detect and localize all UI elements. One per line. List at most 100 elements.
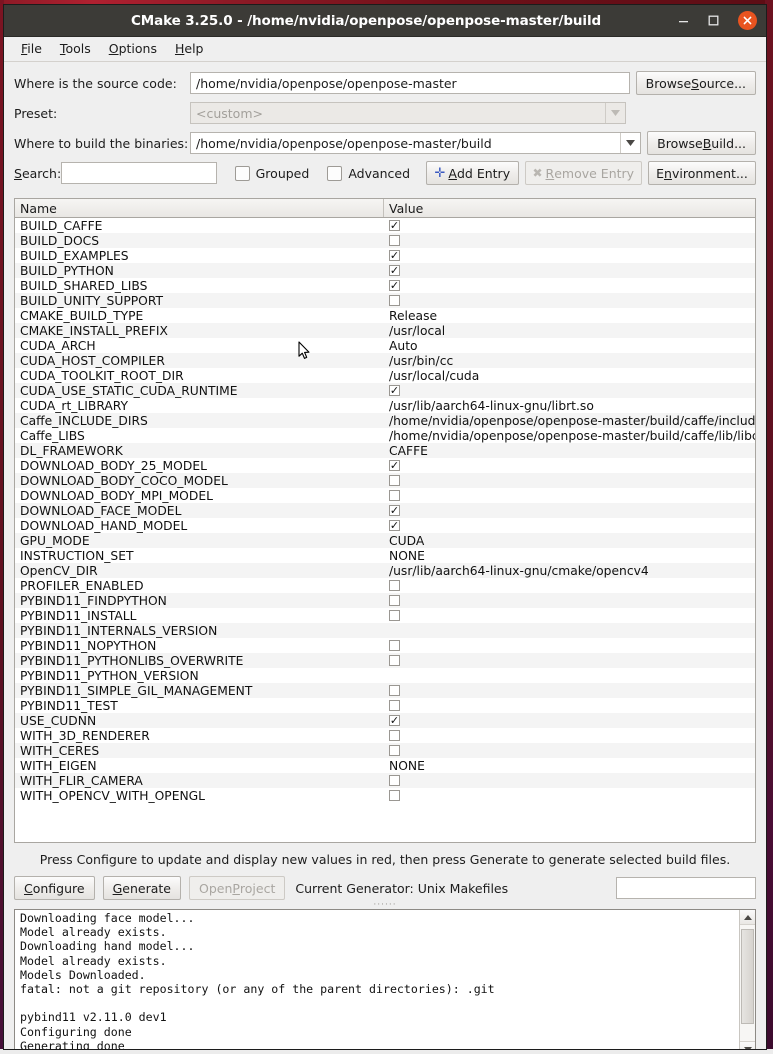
- cache-entry-value[interactable]: /home/nvidia/openpose/openpose-master/bu…: [384, 429, 755, 443]
- maximize-icon[interactable]: [698, 5, 728, 36]
- splitter-handle[interactable]: ······: [4, 901, 766, 910]
- generate-button[interactable]: Generate: [102, 876, 181, 900]
- cache-entry-checkbox[interactable]: [389, 790, 400, 801]
- table-row[interactable]: DOWNLOAD_FACE_MODEL: [15, 503, 755, 518]
- minimize-icon[interactable]: [668, 5, 698, 36]
- table-row[interactable]: CMAKE_INSTALL_PREFIX/usr/local: [15, 323, 755, 338]
- cache-entry-value[interactable]: [384, 745, 755, 756]
- preset-combo[interactable]: <custom>: [190, 102, 626, 124]
- cache-entry-value[interactable]: [384, 265, 755, 276]
- table-row[interactable]: GPU_MODE CUDA: [15, 533, 755, 548]
- cache-entry-checkbox[interactable]: [389, 640, 400, 651]
- cache-entry-checkbox[interactable]: [389, 610, 400, 621]
- table-row[interactable]: PROFILER_ENABLED: [15, 578, 755, 593]
- source-input[interactable]: /home/nvidia/openpose/openpose-master: [190, 72, 630, 94]
- cache-entry-value[interactable]: [384, 490, 755, 501]
- cache-entry-value[interactable]: /usr/lib/aarch64-linux-gnu/librt.so: [384, 399, 755, 413]
- cache-entry-value[interactable]: /usr/bin/cc: [384, 354, 755, 368]
- cache-entry-value[interactable]: [384, 700, 755, 711]
- cache-entry-value[interactable]: [384, 295, 755, 306]
- table-row[interactable]: PYBIND11_INSTALL: [15, 608, 755, 623]
- table-row[interactable]: PYBIND11_NOPYTHON: [15, 638, 755, 653]
- table-row[interactable]: CUDA_ARCH Auto: [15, 338, 755, 353]
- table-row[interactable]: DL_FRAMEWORK CAFFE: [15, 443, 755, 458]
- cache-entry-checkbox[interactable]: [389, 295, 400, 306]
- cache-entry-value[interactable]: [384, 610, 755, 621]
- table-row[interactable]: PYBIND11_INTERNALS_VERSION: [15, 623, 755, 638]
- add-entry-button[interactable]: ✛ Add Entry: [426, 161, 519, 185]
- table-row[interactable]: BUILD_UNITY_SUPPORT: [15, 293, 755, 308]
- cache-entry-value[interactable]: /usr/local/cuda: [384, 369, 755, 383]
- table-row[interactable]: PYBIND11_SIMPLE_GIL_MANAGEMENT: [15, 683, 755, 698]
- cache-entry-checkbox[interactable]: [389, 475, 400, 486]
- cache-entry-value[interactable]: [384, 520, 755, 531]
- cache-entry-value[interactable]: NONE: [384, 759, 755, 773]
- cache-entry-checkbox[interactable]: [389, 250, 400, 261]
- cache-entry-value[interactable]: [384, 640, 755, 651]
- table-row[interactable]: Caffe_INCLUDE_DIRS/home/nvidia/openpose/…: [15, 413, 755, 428]
- log-scroll-track[interactable]: [740, 925, 755, 1041]
- table-row[interactable]: DOWNLOAD_BODY_MPI_MODEL: [15, 488, 755, 503]
- cache-entry-checkbox[interactable]: [389, 280, 400, 291]
- cache-entry-checkbox[interactable]: [389, 775, 400, 786]
- table-row[interactable]: WITH_CERES: [15, 743, 755, 758]
- table-row[interactable]: CUDA_rt_LIBRARY/usr/lib/aarch64-linux-gn…: [15, 398, 755, 413]
- table-row[interactable]: BUILD_PYTHON: [15, 263, 755, 278]
- cache-entry-value[interactable]: [384, 580, 755, 591]
- table-row[interactable]: WITH_EIGEN NONE: [15, 758, 755, 773]
- cache-entry-checkbox[interactable]: [389, 520, 400, 531]
- column-header-name[interactable]: Name: [15, 199, 384, 217]
- cache-entry-value[interactable]: [384, 460, 755, 471]
- cache-entry-value[interactable]: [384, 505, 755, 516]
- cache-entry-value[interactable]: [384, 595, 755, 606]
- cache-entry-value[interactable]: Release: [384, 309, 755, 323]
- browse-source-button[interactable]: Browse Source...: [635, 71, 756, 95]
- cache-entry-value[interactable]: CAFFE: [384, 444, 755, 458]
- table-row[interactable]: PYBIND11_TEST: [15, 698, 755, 713]
- cache-entry-checkbox[interactable]: [389, 580, 400, 591]
- cache-entry-value[interactable]: Auto: [384, 339, 755, 353]
- menu-options[interactable]: Options: [100, 38, 166, 60]
- cache-entry-value[interactable]: [384, 385, 755, 396]
- cache-entry-checkbox[interactable]: [389, 505, 400, 516]
- table-row[interactable]: DOWNLOAD_HAND_MODEL: [15, 518, 755, 533]
- cache-entry-checkbox[interactable]: [389, 595, 400, 606]
- cache-entry-value[interactable]: [384, 655, 755, 666]
- cache-entry-checkbox[interactable]: [389, 460, 400, 471]
- table-row[interactable]: Caffe_LIBS/home/nvidia/openpose/openpose…: [15, 428, 755, 443]
- log-scroll-thumb[interactable]: [741, 929, 754, 1024]
- cache-entry-checkbox[interactable]: [389, 220, 400, 231]
- build-input[interactable]: /home/nvidia/openpose/openpose-master/bu…: [190, 132, 642, 154]
- table-row[interactable]: INSTRUCTION_SET NONE: [15, 548, 755, 563]
- menu-file[interactable]: File: [12, 38, 51, 60]
- table-row[interactable]: WITH_FLIR_CAMERA: [15, 773, 755, 788]
- table-row[interactable]: CUDA_USE_STATIC_CUDA_RUNTIME: [15, 383, 755, 398]
- cache-entry-checkbox[interactable]: [389, 700, 400, 711]
- table-row[interactable]: DOWNLOAD_BODY_25_MODEL: [15, 458, 755, 473]
- browse-build-button[interactable]: Browse Build...: [647, 131, 756, 155]
- cache-entry-checkbox[interactable]: [389, 655, 400, 666]
- search-input[interactable]: [61, 162, 217, 184]
- cache-entry-checkbox[interactable]: [389, 235, 400, 246]
- cache-entry-value[interactable]: [384, 790, 755, 801]
- cache-entry-value[interactable]: [384, 235, 755, 246]
- window-titlebar[interactable]: CMake 3.25.0 - /home/nvidia/openpose/ope…: [4, 5, 766, 37]
- cache-entry-checkbox[interactable]: [389, 685, 400, 696]
- environment-button[interactable]: En vironment...: [647, 161, 756, 185]
- chevron-down-icon[interactable]: [620, 133, 640, 153]
- cache-entry-value[interactable]: /usr/lib/aarch64-linux-gnu/cmake/opencv4: [384, 564, 755, 578]
- table-row[interactable]: PYBIND11_FINDPYTHON: [15, 593, 755, 608]
- table-row[interactable]: CUDA_HOST_COMPILER/usr/bin/cc: [15, 353, 755, 368]
- cache-entry-checkbox[interactable]: [389, 715, 400, 726]
- table-row[interactable]: WITH_3D_RENDERER: [15, 728, 755, 743]
- table-row[interactable]: BUILD_CAFFE: [15, 218, 755, 233]
- column-header-value[interactable]: Value: [384, 199, 755, 217]
- cache-entry-value[interactable]: [384, 715, 755, 726]
- table-row[interactable]: BUILD_EXAMPLES: [15, 248, 755, 263]
- cache-entry-value[interactable]: /home/nvidia/openpose/openpose-master/bu…: [384, 414, 755, 428]
- table-row[interactable]: CMAKE_BUILD_TYPE Release: [15, 308, 755, 323]
- cache-entry-checkbox[interactable]: [389, 490, 400, 501]
- scroll-down-icon[interactable]: [740, 1041, 755, 1049]
- table-row[interactable]: BUILD_DOCS: [15, 233, 755, 248]
- table-row[interactable]: BUILD_SHARED_LIBS: [15, 278, 755, 293]
